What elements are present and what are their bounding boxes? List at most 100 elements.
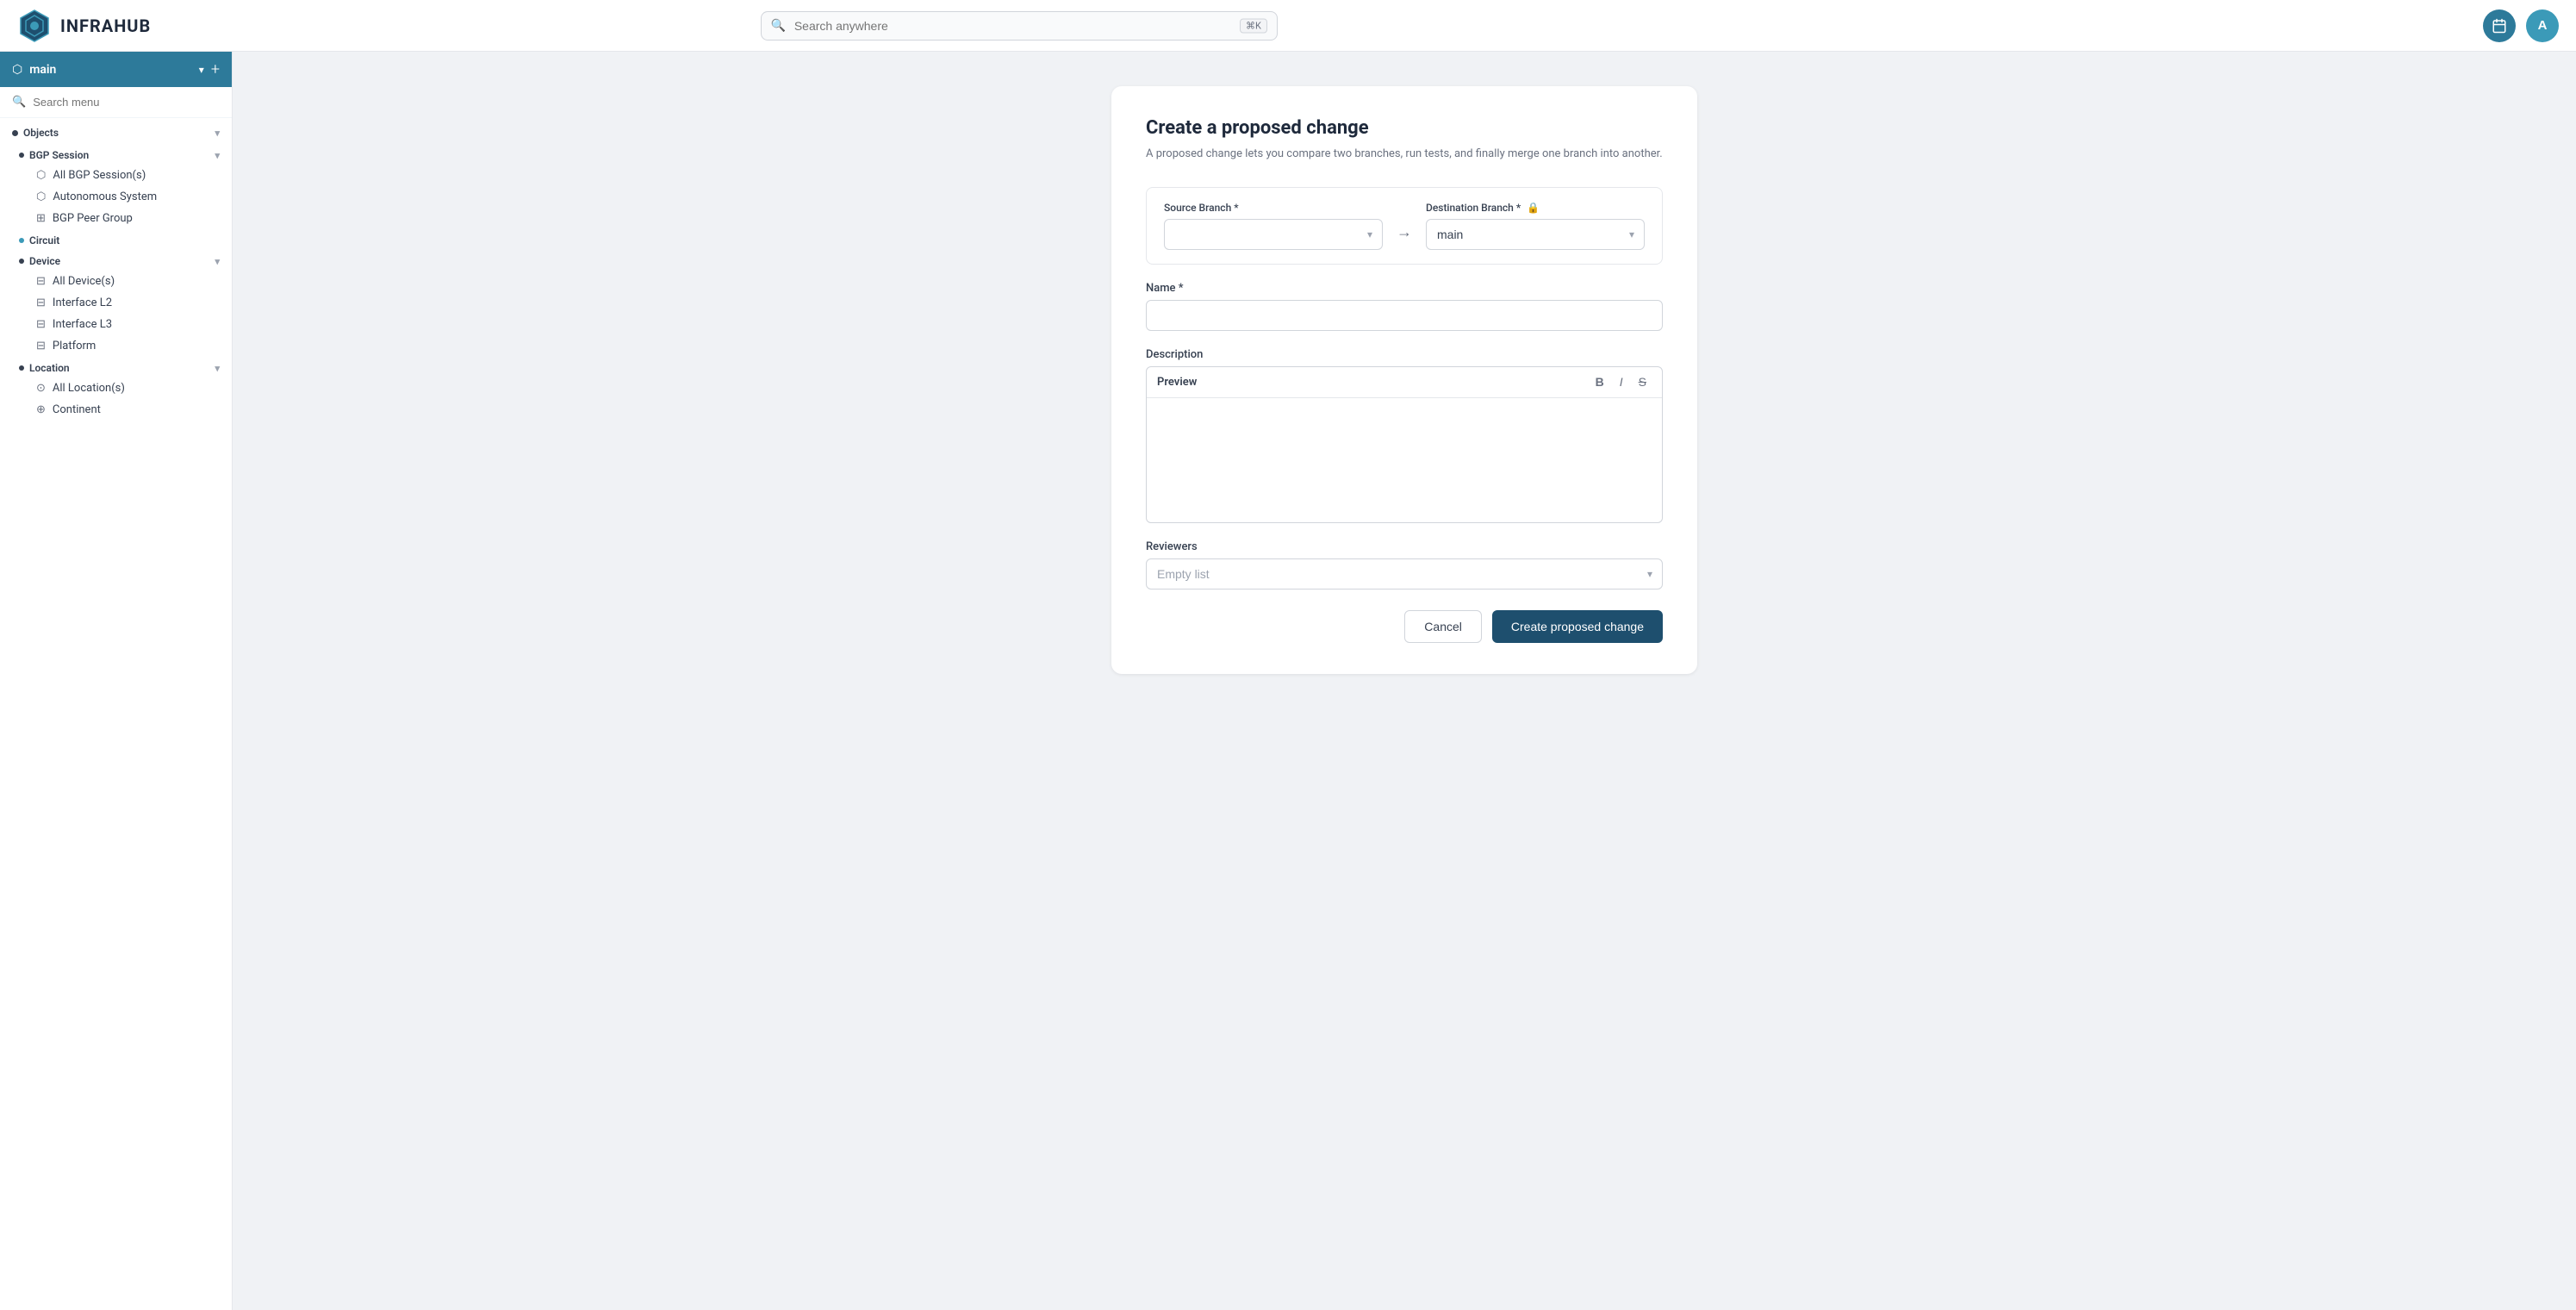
branch-arrow-separator: → — [1397, 223, 1412, 250]
source-branch-field: Source Branch * ▾ — [1164, 202, 1383, 250]
autonomous-system-label: Autonomous System — [53, 190, 157, 203]
nav-right: A — [2483, 9, 2559, 42]
sidebar-item-continent[interactable]: ⊕ Continent — [12, 399, 232, 421]
sidebar-item-interface-l3[interactable]: ⊟ Interface L3 — [12, 314, 232, 335]
device-label: Device — [29, 255, 209, 267]
all-bgp-sessions-label: All BGP Session(s) — [53, 169, 146, 182]
search-input[interactable] — [761, 11, 1278, 41]
form-actions: Cancel Create proposed change — [1146, 610, 1663, 643]
form-subtitle: A proposed change lets you compare two b… — [1146, 146, 1663, 163]
bgp-peer-group-icon: ⊞ — [36, 212, 46, 225]
sidebar-group-circuit: Circuit — [0, 229, 232, 250]
reviewers-select[interactable]: Empty list — [1146, 558, 1663, 590]
branch-selector[interactable]: ⬡ main ▾ + — [0, 52, 232, 87]
continent-icon: ⊕ — [36, 403, 46, 416]
location-label: Location — [29, 362, 209, 374]
sidebar-item-bgp-peer-group[interactable]: ⊞ BGP Peer Group — [12, 208, 232, 229]
circuit-label: Circuit — [29, 234, 220, 246]
form-title: Create a proposed change — [1146, 117, 1663, 139]
sidebar-subgroup-location-header[interactable]: Location ▾ — [12, 357, 232, 377]
all-locations-icon: ⊙ — [36, 382, 46, 395]
search-icon: 🔍 — [771, 19, 786, 33]
branch-caret-icon: ▾ — [199, 64, 204, 76]
description-editor: Preview B I S — [1146, 366, 1663, 523]
interface-l2-icon: ⊟ — [36, 296, 46, 309]
interface-l3-icon: ⊟ — [36, 318, 46, 331]
sidebar-item-all-devices[interactable]: ⊟ All Device(s) — [12, 271, 232, 292]
app-name: INFRAHUB — [60, 16, 151, 36]
destination-branch-field: Destination Branch * 🔒 main ▾ — [1426, 202, 1645, 250]
all-devices-icon: ⊟ — [36, 275, 46, 288]
objects-label: Objects — [23, 127, 209, 139]
description-label: Description — [1146, 348, 1663, 361]
form-card: Create a proposed change A proposed chan… — [1111, 86, 1697, 674]
destination-branch-select-wrapper: main ▾ — [1426, 219, 1645, 250]
sidebar-search-icon: 🔍 — [12, 96, 26, 109]
branch-name: main — [29, 63, 192, 77]
italic-button[interactable]: I — [1615, 372, 1628, 391]
name-label: Name * — [1146, 282, 1663, 295]
sidebar: ⬡ main ▾ + 🔍 Objects ▾ BGP Session — [0, 52, 233, 1310]
bgp-caret-icon: ▾ — [215, 150, 220, 161]
logo[interactable]: INFRAHUB — [17, 9, 151, 43]
source-branch-select-wrapper: ▾ — [1164, 219, 1383, 250]
bold-button[interactable]: B — [1590, 372, 1609, 391]
description-textarea[interactable] — [1147, 398, 1662, 519]
sidebar-circuit-header[interactable]: Circuit — [12, 229, 232, 250]
destination-branch-label: Destination Branch * 🔒 — [1426, 202, 1645, 214]
sidebar-item-platform[interactable]: ⊟ Platform — [12, 335, 232, 357]
sidebar-subgroup-device-header[interactable]: Device ▾ — [12, 250, 232, 271]
lock-icon: 🔒 — [1527, 202, 1540, 214]
source-branch-select[interactable] — [1164, 219, 1383, 250]
continent-label: Continent — [53, 403, 101, 416]
device-caret-icon: ▾ — [215, 256, 220, 267]
bgp-peer-group-label: BGP Peer Group — [53, 212, 133, 225]
name-input[interactable] — [1146, 300, 1663, 331]
bgp-sessions-icon: ⬡ — [36, 169, 46, 182]
location-caret-icon: ▾ — [215, 363, 220, 374]
sidebar-group-bgp-session: BGP Session ▾ ⬡ All BGP Session(s) ⬡ Aut… — [0, 144, 232, 229]
logo-icon — [17, 9, 52, 43]
sidebar-group-location: Location ▾ ⊙ All Location(s) ⊕ Continent — [0, 357, 232, 421]
interface-l2-label: Interface L2 — [53, 296, 112, 309]
sidebar-item-all-bgp-sessions[interactable]: ⬡ All BGP Session(s) — [12, 165, 232, 186]
device-dot — [19, 259, 24, 264]
platform-icon: ⊟ — [36, 340, 46, 352]
circuit-dot — [19, 238, 24, 243]
reviewers-select-wrapper: Empty list ▾ — [1146, 558, 1663, 590]
location-dot — [19, 365, 24, 371]
branch-icon: ⬡ — [12, 63, 22, 77]
sidebar-group-objects[interactable]: Objects ▾ — [0, 118, 232, 144]
main-content: Create a proposed change A proposed chan… — [233, 52, 2576, 1310]
sidebar-subgroup-bgp-session-header[interactable]: BGP Session ▾ — [12, 144, 232, 165]
user-avatar-button[interactable]: A — [2526, 9, 2559, 42]
interface-l3-label: Interface L3 — [53, 318, 112, 331]
description-toolbar: Preview B I S — [1147, 367, 1662, 398]
platform-label: Platform — [53, 340, 96, 352]
source-branch-label: Source Branch * — [1164, 202, 1383, 214]
sidebar-section-objects: Objects ▾ BGP Session ▾ ⬡ All BGP Sessio… — [0, 118, 232, 421]
reviewers-label: Reviewers — [1146, 540, 1663, 553]
top-nav: INFRAHUB 🔍 ⌘K A — [0, 0, 2576, 52]
destination-branch-select[interactable]: main — [1426, 219, 1645, 250]
objects-dot — [12, 130, 18, 136]
sidebar-item-interface-l2[interactable]: ⊟ Interface L2 — [12, 292, 232, 314]
description-preview-tab[interactable]: Preview — [1157, 372, 1197, 392]
cancel-button[interactable]: Cancel — [1404, 610, 1482, 643]
description-toolbar-right: B I S — [1590, 372, 1652, 391]
bgp-dot — [19, 153, 24, 158]
objects-caret-icon: ▾ — [215, 128, 220, 139]
reviewers-field-group: Reviewers Empty list ▾ — [1146, 540, 1663, 590]
name-field-group: Name * — [1146, 282, 1663, 331]
create-proposed-change-button[interactable]: Create proposed change — [1492, 610, 1663, 643]
calendar-button[interactable] — [2483, 9, 2516, 42]
sidebar-item-all-locations[interactable]: ⊙ All Location(s) — [12, 377, 232, 399]
description-field-group: Description Preview B I S — [1146, 348, 1663, 523]
calendar-icon — [2492, 18, 2507, 34]
sidebar-search-input[interactable] — [33, 96, 220, 109]
branch-add-icon[interactable]: + — [211, 60, 220, 78]
search-shortcut: ⌘K — [1240, 18, 1267, 33]
sidebar-item-autonomous-system[interactable]: ⬡ Autonomous System — [12, 186, 232, 208]
strikethrough-button[interactable]: S — [1633, 372, 1652, 391]
autonomous-system-icon: ⬡ — [36, 190, 46, 203]
